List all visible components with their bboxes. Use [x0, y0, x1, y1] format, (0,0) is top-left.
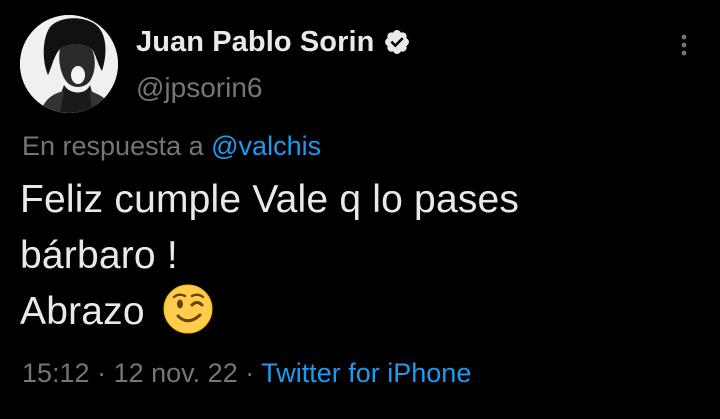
reply-context: En respuesta a @valchis: [22, 131, 321, 162]
avatar[interactable]: [20, 15, 118, 113]
more-options-icon[interactable]: [672, 30, 696, 60]
author-handle[interactable]: @jpsorin6: [136, 72, 262, 104]
reply-mention-link[interactable]: @valchis: [211, 131, 321, 161]
tweet-date[interactable]: 12 nov. 22: [114, 358, 238, 388]
tweet-metadata: 15:12 · 12 nov. 22 · Twitter for iPhone: [22, 358, 471, 389]
reply-prefix: En respuesta a: [22, 131, 204, 161]
tweet-text-line-with-emoji: Abrazo: [20, 284, 680, 340]
verified-badge-icon: [383, 28, 411, 56]
meta-separator: ·: [97, 358, 107, 388]
author-name-row: Juan Pablo Sorin: [136, 24, 411, 60]
tweet-text-segment: Abrazo: [20, 290, 145, 333]
meta-separator: ·: [245, 358, 255, 388]
tweet-text: Feliz cumple Vale q lo pases bárbaro ! A…: [20, 172, 680, 340]
tweet-text-line: Feliz cumple Vale q lo pases: [20, 178, 520, 221]
tweet-source-link[interactable]: Twitter for iPhone: [261, 358, 471, 388]
tweet-text-line: bárbaro !: [20, 234, 178, 277]
tweet: Juan Pablo Sorin @jpsorin6 En respuesta …: [0, 0, 720, 419]
winking-face-emoji: [162, 283, 214, 335]
avatar-portrait-image: [20, 15, 118, 113]
author-display-name[interactable]: Juan Pablo Sorin: [136, 26, 374, 59]
tweet-time[interactable]: 15:12: [22, 358, 90, 388]
